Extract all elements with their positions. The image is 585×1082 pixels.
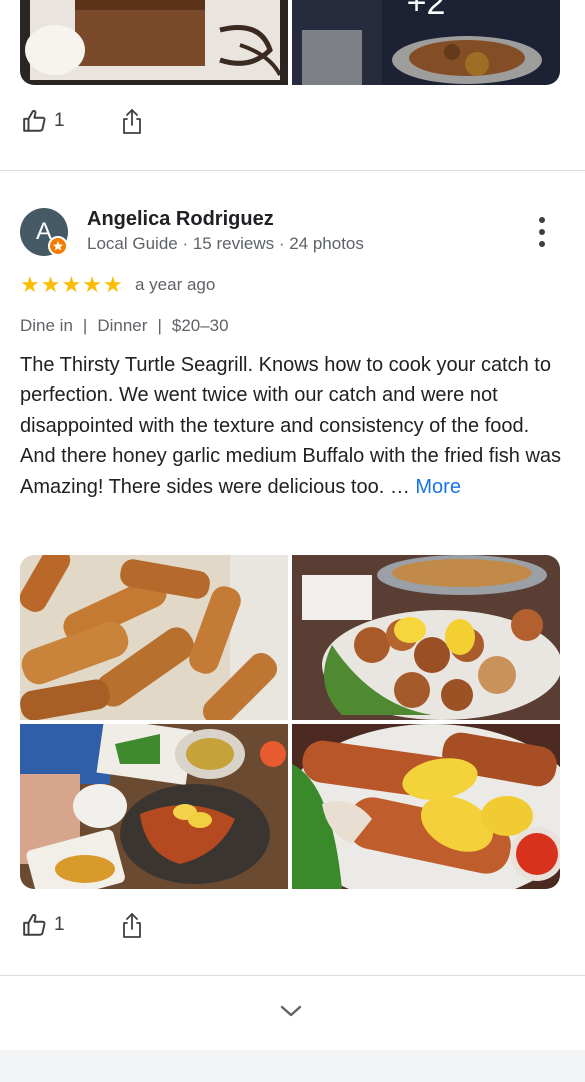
- review-photo-fries[interactable]: [20, 555, 288, 720]
- review-photo-fritters[interactable]: [292, 555, 560, 720]
- review-text: The Thirsty Turtle Seagrill. Knows how t…: [20, 350, 565, 502]
- star-icon: ★: [102, 272, 123, 297]
- like-count: 1: [54, 914, 65, 935]
- review-photo-cake[interactable]: [20, 0, 288, 85]
- more-vert-icon[interactable]: [535, 217, 549, 247]
- share-button[interactable]: [120, 911, 144, 939]
- tag-price: $20–30: [171, 316, 229, 335]
- more-link[interactable]: More: [415, 476, 461, 498]
- review-time: a year ago: [135, 275, 216, 294]
- star-icon: ★: [40, 272, 61, 297]
- tag-meal: Dinner: [97, 316, 148, 335]
- share-icon: [120, 911, 144, 939]
- star-icon: ★: [82, 272, 102, 297]
- tag-service: Dine in: [20, 316, 73, 335]
- review-photo-fried-fish[interactable]: [292, 724, 560, 889]
- section-divider: [0, 975, 585, 976]
- local-guide-star-icon: [48, 236, 68, 256]
- like-count: 1: [54, 110, 65, 131]
- tag-separator: |: [82, 316, 88, 335]
- reviewer-name[interactable]: Angelica Rodriguez: [87, 208, 274, 231]
- tag-separator: |: [157, 316, 162, 335]
- chevron-down-icon[interactable]: [278, 1002, 304, 1025]
- bottom-spacer: [0, 1050, 585, 1082]
- review-divider: [0, 170, 585, 171]
- review-photo-platters[interactable]: [20, 724, 288, 889]
- review-body: The Thirsty Turtle Seagrill. Knows how t…: [20, 354, 562, 498]
- thumbs-up-icon: [22, 108, 48, 134]
- star-rating: ★ ★ ★ ★ ★: [20, 273, 123, 297]
- share-icon: [120, 107, 144, 135]
- review-photo-more[interactable]: +2: [292, 0, 560, 85]
- share-button[interactable]: [120, 107, 144, 135]
- star-icon: ★: [61, 272, 82, 297]
- like-button[interactable]: 1: [22, 912, 65, 938]
- star-icon: ★: [20, 272, 40, 297]
- more-photos-count: +2: [406, 0, 446, 22]
- like-button[interactable]: 1: [22, 108, 65, 134]
- reviewer-meta: Local Guide · 15 reviews · 24 photos: [87, 234, 364, 253]
- thumbs-up-icon: [22, 912, 48, 938]
- review-tags: Dine in | Dinner | $20–30: [20, 316, 229, 336]
